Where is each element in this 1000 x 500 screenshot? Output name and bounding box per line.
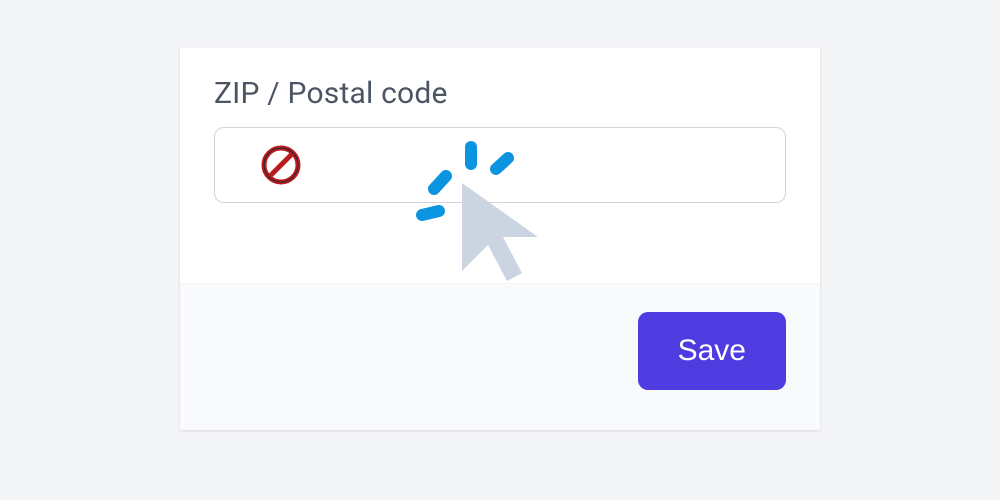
zip-field-label: ZIP / Postal code [214,76,786,111]
form-card: ZIP / Postal code [180,48,820,430]
save-button[interactable]: Save [638,312,786,390]
zip-postal-input[interactable] [214,127,786,203]
zip-field-block: ZIP / Postal code [180,48,820,283]
zip-input-wrap [214,127,786,203]
form-footer: Save [180,283,820,430]
